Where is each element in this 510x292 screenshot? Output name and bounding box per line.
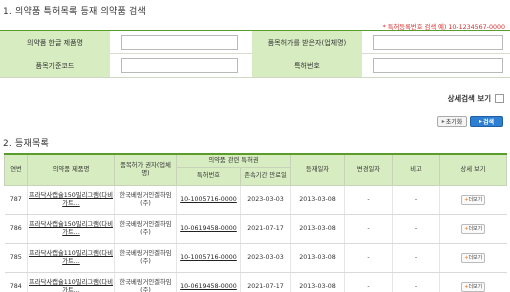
cell-no: 787 <box>4 185 28 215</box>
col-header-detail: 상세 보기 <box>439 153 508 186</box>
product-link[interactable]: 프라닥사캡슐110밀리그램(다비가트... <box>29 250 113 265</box>
holder-label: 품목허가를 받은자(업체명) <box>252 31 362 54</box>
col-header-product: 의약품 제품명 <box>27 153 115 186</box>
more-label: 더보기 <box>468 196 483 203</box>
patent-link[interactable]: 10-0619458-0000 <box>180 225 237 232</box>
table-row: 786 프라닥사캡슐150밀리그램(다비가트... 한국베링거인겔하임(주) 1… <box>4 214 507 244</box>
patent-link[interactable]: 10-0619458-0000 <box>180 283 237 290</box>
col-header-change-date: 변경일자 <box>344 153 394 186</box>
section1-title: 1. 의약품 특허목록 등재 의약품 검색 <box>3 7 147 17</box>
cell-no: 786 <box>4 214 28 244</box>
col-header-no: 연번 <box>4 153 28 186</box>
cell-expiry: 2023-03-03 <box>239 243 291 273</box>
cell-change-date: - <box>344 185 393 215</box>
cell-change-date: - <box>344 243 393 273</box>
more-button[interactable]: +더보기 <box>461 252 486 263</box>
table-row: 785 프라닥사캡슐110밀리그램(다비가트... 한국베링거인겔하임(주) 1… <box>4 243 507 273</box>
cell-holder: 한국베링거인겔하임(주) <box>114 243 177 273</box>
patent-link[interactable]: 10-1005716-0000 <box>180 254 237 261</box>
cell-no: 785 <box>4 243 28 273</box>
cell-change-date: - <box>344 272 393 292</box>
detail-search-checkbox[interactable] <box>495 94 504 103</box>
patent-no-input[interactable] <box>373 58 503 73</box>
standard-code-input[interactable] <box>121 58 238 73</box>
drug-name-input[interactable] <box>121 35 238 50</box>
more-button[interactable]: +더보기 <box>461 281 486 292</box>
search-button[interactable]: ▸ 검색 <box>470 116 503 127</box>
cell-expiry: 2021-07-17 <box>239 272 291 292</box>
search-row-1: 의약품 한글 제품명 품목허가를 받은자(업체명) <box>0 31 510 54</box>
cell-no: 784 <box>4 272 28 292</box>
search-form: 의약품 한글 제품명 품목허가를 받은자(업체명) 품목기준코드 특허번호 <box>0 30 510 78</box>
cell-note: - <box>392 243 440 273</box>
more-label: 더보기 <box>468 225 483 232</box>
registration-table: 연번 의약품 제품명 품목허가 권자(업체명) 의약품 관련 특허권 등재일자 … <box>4 153 508 292</box>
table-row: 784 프라닥사캡슐110밀리그램(다비가트... 한국베링거인겔하임(주) 1… <box>4 272 507 292</box>
col-header-holder: 품목허가 권자(업체명) <box>114 153 177 186</box>
more-label: 더보기 <box>468 254 483 261</box>
reset-icon: ▸ <box>441 118 445 125</box>
col-header-note: 비고 <box>392 153 441 186</box>
cell-holder: 한국베링거인겔하임(주) <box>114 214 177 244</box>
reset-button-label: 초기화 <box>445 119 463 126</box>
holder-input[interactable] <box>373 35 503 50</box>
patent-no-label: 특허번호 <box>252 54 362 77</box>
cell-expiry: 2021-07-17 <box>239 214 291 244</box>
cell-note: - <box>392 272 440 292</box>
col-header-reg-date: 등재일자 <box>290 153 346 186</box>
detail-search-label: 상세검색 보기 <box>447 94 491 103</box>
table-row: 787 프라닥사캡슐150밀리그램(다비가트... 한국베링거인겔하임(주) 1… <box>4 185 507 215</box>
reset-button[interactable]: ▸ 초기화 <box>437 116 467 127</box>
cell-expiry: 2023-03-03 <box>239 185 291 215</box>
product-link[interactable]: 프라닥사캡슐150밀리그램(다비가트... <box>29 221 113 236</box>
search-arrow-icon: ▸ <box>478 118 482 125</box>
product-link[interactable]: 프라닥사캡슐150밀리그램(다비가트... <box>29 192 113 207</box>
standard-code-label: 품목기준코드 <box>0 54 110 77</box>
cell-note: - <box>392 185 440 215</box>
product-link[interactable]: 프라닥사캡슐110밀리그램(다비가트... <box>29 279 113 292</box>
cell-reg-date: 2013-03-08 <box>290 243 345 273</box>
section2-title: 2. 등재목록 <box>3 139 49 149</box>
col-header-patent-group: 의약품 관련 특허권 <box>175 153 292 168</box>
more-button[interactable]: +더보기 <box>461 194 486 205</box>
col-header-patent-no: 특허번호 <box>176 166 241 186</box>
cell-note: - <box>392 214 440 244</box>
cell-reg-date: 2013-03-08 <box>290 185 345 215</box>
cell-reg-date: 2013-03-08 <box>290 214 345 244</box>
col-header-expiry: 존속기간 만료일 <box>239 166 292 186</box>
search-button-label: 검색 <box>482 119 495 126</box>
cell-holder: 한국베링거인겔하임(주) <box>114 185 177 215</box>
more-button[interactable]: +더보기 <box>461 223 486 234</box>
detail-search-toggle[interactable]: 상세검색 보기 <box>448 93 504 104</box>
drug-name-label: 의약품 한글 제품명 <box>0 31 110 54</box>
cell-reg-date: 2013-03-08 <box>290 272 345 292</box>
patent-link[interactable]: 10-1005716-0000 <box>180 196 237 203</box>
search-row-2: 품목기준코드 특허번호 <box>0 54 510 77</box>
cell-change-date: - <box>344 214 393 244</box>
cell-holder: 한국베링거인겔하임(주) <box>114 272 177 292</box>
more-label: 더보기 <box>468 283 483 290</box>
